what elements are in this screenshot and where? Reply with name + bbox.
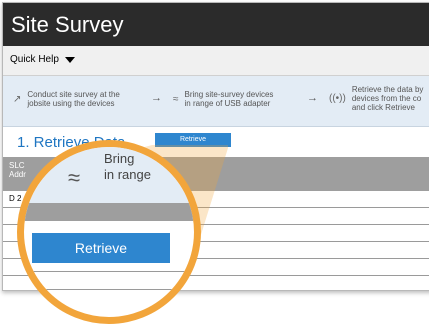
window-title: Site Survey	[3, 3, 429, 46]
step-2-line-2: in range of USB adapter	[184, 99, 271, 108]
arrow-icon: →	[307, 92, 318, 104]
magnifier-callout: ≈ Bring in range Retrieve	[17, 140, 201, 324]
wifi-icon: ≈	[173, 93, 179, 105]
sensor-icon: ↗	[13, 93, 22, 105]
step-2: ≈ Bring site-survey devices in range of …	[173, 90, 273, 108]
arrow-icon: →	[151, 92, 162, 104]
wifi-icon: ≈	[68, 165, 81, 190]
magnified-bring-line-1: Bring	[104, 151, 135, 166]
broadcast-icon: ((•))	[329, 93, 346, 104]
menu-bar: Quick Help	[3, 46, 429, 76]
quick-help-label: Quick Help	[10, 54, 59, 65]
step-1: ↗ Conduct site survey at the jobsite usi…	[13, 90, 120, 108]
header-slc: SLC	[9, 161, 25, 170]
quick-help-menu[interactable]: Quick Help	[10, 54, 75, 65]
magnified-bring-line-2: in range	[104, 167, 151, 182]
step-1-line-2: jobsite using the devices	[27, 99, 115, 108]
step-1-line-1: Conduct site survey at the	[27, 90, 120, 99]
step-2-line-1: Bring site-survey devices	[184, 90, 274, 99]
step-3: ((•)) Retrieve the data by devices from …	[329, 85, 423, 112]
step-3-line-2: devices from the co	[351, 94, 422, 103]
step-3-line-3: and click Retrieve	[351, 103, 415, 112]
retrieve-button[interactable]: Retrieve	[155, 133, 231, 147]
instruction-steps: ↗ Conduct site survey at the jobsite usi…	[3, 76, 429, 127]
step-3-line-1: Retrieve the data by	[351, 85, 424, 94]
magnified-retrieve-button[interactable]: Retrieve	[32, 233, 170, 263]
dropdown-caret-icon	[64, 56, 75, 63]
